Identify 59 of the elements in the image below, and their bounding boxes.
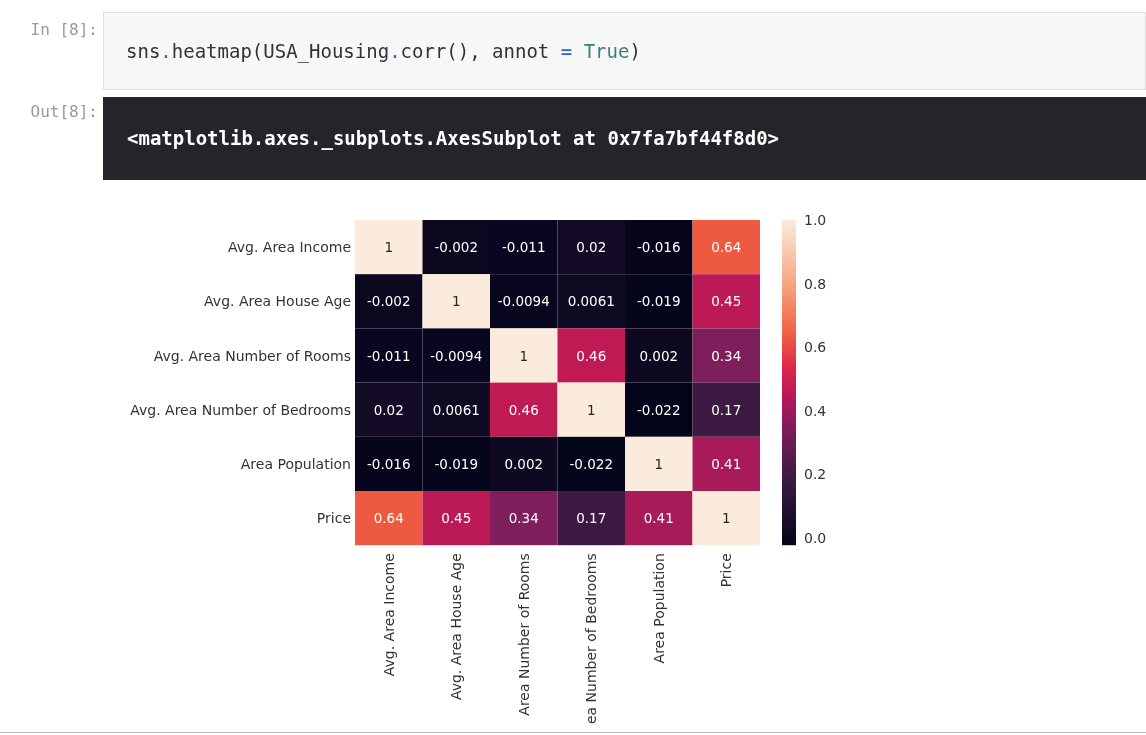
cell-value: 0.002 xyxy=(639,347,679,364)
cell-value: -0.022 xyxy=(569,455,613,472)
cell-value: -0.019 xyxy=(637,293,681,310)
column-label: Area Number of Rooms xyxy=(515,553,532,716)
cell-value: 0.64 xyxy=(373,510,404,527)
cell-value: 0.46 xyxy=(576,347,607,364)
cell-value: 1 xyxy=(654,455,664,472)
cell-value: 0.45 xyxy=(711,293,742,310)
cell-value: 1 xyxy=(586,401,596,418)
column-label: Area Population xyxy=(650,553,667,664)
cell-value: -0.0094 xyxy=(430,347,483,364)
cell-value: 0.45 xyxy=(441,510,472,527)
row-label: Area Population xyxy=(240,455,351,472)
cell-value: -0.002 xyxy=(367,293,411,310)
cell-value: 0.002 xyxy=(504,455,544,472)
cell-value: 0.0061 xyxy=(567,293,615,310)
row-label: Avg. Area Income xyxy=(228,239,351,256)
cell-value: 1 xyxy=(519,347,529,364)
colorbar-tick-label: 0.4 xyxy=(804,402,827,419)
cell-value: 0.46 xyxy=(508,401,539,418)
colorbar-tick-label: 0.2 xyxy=(804,466,827,483)
input-prompt: In [8]: xyxy=(29,19,99,41)
cell-value: 0.02 xyxy=(373,401,404,418)
column-label: Avg. Area House Age xyxy=(448,553,465,701)
cell-value: 0.0061 xyxy=(432,401,480,418)
row-label: Avg. Area Number of Rooms xyxy=(153,347,351,364)
cell-value: -0.022 xyxy=(637,401,681,418)
cell-value: -0.011 xyxy=(502,239,546,256)
code-cell[interactable]: sns.heatmap(USA_Housing.corr(), annot = True) xyxy=(103,12,1146,90)
cell-value: 1 xyxy=(384,239,394,256)
row-label: Avg. Area Number of Bedrooms xyxy=(130,401,351,418)
cell-value: 0.34 xyxy=(508,510,539,527)
cell-value: -0.0094 xyxy=(497,293,550,310)
cell-value: 0.17 xyxy=(576,510,607,527)
cell-value: 0.41 xyxy=(711,455,742,472)
colorbar-tick-label: 0.0 xyxy=(804,530,827,547)
output-prompt: Out[8]: xyxy=(29,101,99,123)
column-label: ea Number of Bedrooms xyxy=(583,553,600,725)
row-label: Avg. Area House Age xyxy=(204,293,351,310)
colorbar-tick-label: 1.0 xyxy=(804,212,827,228)
column-label: Avg. Area Income xyxy=(380,553,397,677)
row-label: Price xyxy=(316,510,351,527)
cell-value: 1 xyxy=(721,510,731,527)
cell-value: 0.64 xyxy=(711,239,742,256)
cell-value: -0.019 xyxy=(434,455,478,472)
cell-value: -0.011 xyxy=(367,347,411,364)
cell-value: 0.34 xyxy=(711,347,742,364)
code-line: sns.heatmap(USA_Housing.corr(), annot = True) xyxy=(126,38,641,65)
cell-value: -0.002 xyxy=(434,239,478,256)
colorbar-tick-label: 0.6 xyxy=(804,339,827,356)
cell-value: 1 xyxy=(451,293,461,310)
cell-value: 0.02 xyxy=(576,239,607,256)
cell-value: -0.016 xyxy=(637,239,681,256)
cell-value: 0.41 xyxy=(643,510,674,527)
cell-value: 0.17 xyxy=(711,401,742,418)
cell-value: -0.016 xyxy=(367,455,411,472)
column-label: Price xyxy=(718,553,735,588)
output-text: <matplotlib.axes._subplots.AxesSubplot at 0x7fa7bf44f8d0> xyxy=(127,126,780,152)
colorbar-tick-label: 0.8 xyxy=(804,275,827,292)
